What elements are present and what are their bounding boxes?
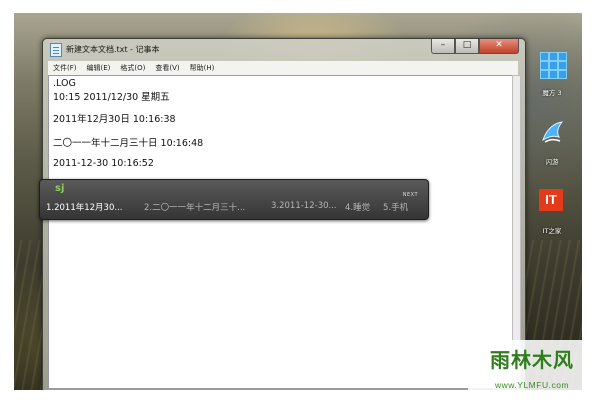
watermark-title: 雨林木风 — [490, 348, 574, 372]
rubik-cube-icon — [539, 51, 567, 79]
title-bar[interactable]: 新建文本文档.txt - 记事本 – □ ✕ — [43, 39, 525, 59]
text-line: 2011-12-30 10:16:52 — [53, 158, 154, 169]
close-button[interactable]: ✕ — [479, 39, 519, 54]
site-watermark: 雨林木风 www.YLMFU.com — [468, 340, 596, 400]
maximize-button[interactable]: □ — [455, 39, 479, 54]
ime-next-button[interactable]: NEXT — [403, 192, 418, 198]
menu-file[interactable]: 文件(F) — [48, 61, 82, 75]
ime-candidates: 1.2011年12月30... 2.二〇一一年十二月三十... 3.2011-1… — [40, 201, 428, 215]
window-title: 新建文本文档.txt - 记事本 — [66, 45, 160, 54]
text-line: .LOG — [53, 78, 76, 89]
menu-help[interactable]: 帮助(H) — [185, 61, 220, 75]
text-line: 2011年12月30日 10:16:38 — [53, 114, 176, 125]
minimize-button[interactable]: – — [431, 39, 455, 54]
ime-logo-icon: sj — [55, 183, 65, 194]
ime-candidate-3[interactable]: 3.2011-12-30... — [271, 201, 337, 211]
ime-candidate-5[interactable]: 5.手机 — [383, 201, 408, 213]
desktop-icon-label: 魔方 3 — [542, 89, 562, 97]
menu-bar: 文件(F) 编辑(E) 格式(O) 查看(V) 帮助(H) — [48, 61, 518, 75]
menu-edit[interactable]: 编辑(E) — [82, 61, 116, 75]
desktop-icon-label: IT之家 — [542, 227, 562, 235]
desktop-icon-label: 闪游 — [545, 158, 559, 166]
ime-candidate-4[interactable]: 4.睡觉 — [345, 201, 370, 213]
ime-candidate-1[interactable]: 1.2011年12月30... — [46, 201, 122, 213]
menu-format[interactable]: 格式(O) — [115, 61, 150, 75]
ithome-logo-icon: IT — [539, 189, 563, 211]
text-editor[interactable]: .LOG 10:15 2011/12/30 星期五 2011年12月30日 10… — [48, 75, 513, 389]
text-line: 10:15 2011/12/30 星期五 — [53, 92, 170, 103]
notepad-icon — [50, 43, 62, 57]
text-line: 二〇一一年十二月三十日 10:16:48 — [53, 138, 204, 149]
menu-view[interactable]: 查看(V) — [150, 61, 184, 75]
flash-wing-icon — [542, 121, 564, 143]
caption-buttons: – □ ✕ — [431, 39, 519, 54]
ime-candidate-2[interactable]: 2.二〇一一年十二月三十... — [144, 201, 245, 213]
watermark-url: www.YLMFU.com — [494, 380, 570, 390]
ime-candidate-bar: sj NEXT 1.2011年12月30... 2.二〇一一年十二月三十... … — [39, 179, 429, 220]
